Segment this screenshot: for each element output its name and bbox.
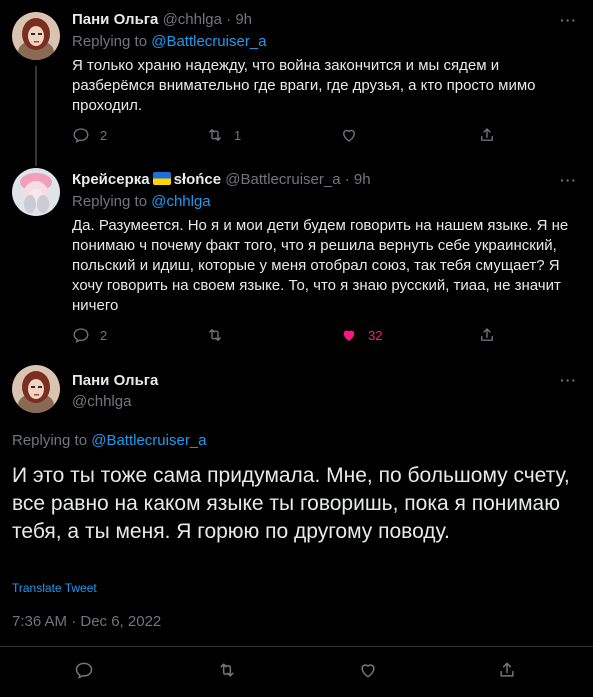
replying-to-link[interactable]: @Battlecruiser_a: [91, 432, 206, 449]
retweet-icon: [220, 663, 234, 677]
retweet-icon: [209, 329, 221, 341]
replying-to: Replying to @Battlecruiser_a: [72, 33, 267, 50]
tweet-2[interactable]: Крейсерка słońce @Battlecruiser_a · 9h ··…: [0, 165, 593, 355]
dot-separator: ·: [344, 171, 350, 188]
tweet-1[interactable]: Пани Ольга @chhlga · 9h ··· Replying to …: [0, 0, 593, 166]
like-button[interactable]: [340, 126, 368, 144]
reply-button[interactable]: 2: [72, 326, 107, 344]
tweet-header: Пани Ольга @chhlga · 9h: [72, 11, 252, 28]
replying-label: Replying to: [72, 33, 148, 50]
tweet-text: Я только храню надежду, что война законч…: [72, 57, 536, 114]
replying-to: Replying to @chhlga: [72, 193, 211, 210]
avatar[interactable]: [12, 365, 60, 413]
main-display-name[interactable]: Пани Ольга: [72, 372, 158, 389]
avatar[interactable]: [12, 12, 60, 60]
like-count: 32: [368, 327, 383, 343]
tweet-timestamp[interactable]: 7:36 AM · Dec 6, 2022: [12, 613, 161, 630]
reply-icon: [73, 128, 89, 144]
main-handle[interactable]: @chhlga: [72, 393, 131, 410]
replying-label: Replying to: [12, 432, 88, 449]
share-button[interactable]: [497, 660, 517, 680]
share-icon: [500, 662, 514, 677]
share-icon: [481, 328, 493, 341]
divider: [0, 646, 593, 647]
main-tweet: Пани Ольга @chhlga ··· Replying to @Batt…: [0, 355, 593, 697]
retweet-button[interactable]: 1: [206, 126, 241, 144]
more-icon[interactable]: ···: [560, 172, 577, 188]
reply-button[interactable]: [74, 660, 94, 680]
reply-count: 2: [100, 327, 108, 343]
share-button[interactable]: [478, 326, 496, 344]
retweet-button[interactable]: [217, 660, 237, 680]
reply-button[interactable]: 2: [72, 126, 107, 144]
replying-to: Replying to @Battlecruiser_a: [12, 432, 207, 449]
replying-label: Replying to: [72, 193, 148, 210]
share-icon: [481, 128, 493, 141]
tweet-actions: 2 1: [72, 126, 512, 146]
tweet-actions: 2 32: [72, 326, 512, 346]
share-button[interactable]: [478, 126, 496, 144]
heart-icon: [343, 129, 355, 142]
main-tweet-text: И это ты тоже сама придумала. Мне, по бо…: [12, 464, 570, 543]
avatar[interactable]: [12, 168, 60, 216]
reply-count: 2: [100, 127, 108, 143]
display-name[interactable]: Пани Ольга: [72, 11, 158, 28]
handle[interactable]: @Battlecruiser_a: [225, 171, 340, 188]
main-tweet-actions: [0, 660, 593, 680]
thread-line: [35, 66, 37, 166]
heart-icon: [361, 664, 375, 678]
translate-link[interactable]: Translate Tweet: [12, 581, 97, 595]
timestamp[interactable]: 9h: [235, 11, 252, 28]
display-name-suffix[interactable]: słońce: [174, 171, 222, 188]
tweet-text: Да. Разумеется. Но я и мои дети будем го…: [72, 217, 569, 314]
tweet-header: Крейсерка słońce @Battlecruiser_a · 9h: [72, 171, 371, 188]
replying-to-link[interactable]: @Battlecruiser_a: [151, 33, 266, 50]
ukraine-flag-icon: [152, 172, 171, 185]
like-button[interactable]: [358, 660, 378, 680]
heart-filled-icon: [343, 330, 355, 341]
retweet-button[interactable]: [206, 326, 234, 344]
dot-separator: ·: [226, 11, 232, 28]
reply-icon: [75, 662, 93, 679]
handle[interactable]: @chhlga: [163, 11, 222, 28]
display-name[interactable]: Крейсерка: [72, 171, 150, 188]
like-button[interactable]: 32: [340, 326, 382, 344]
more-icon[interactable]: ···: [560, 372, 577, 388]
retweet-icon: [209, 129, 221, 141]
reply-icon: [73, 328, 89, 344]
replying-to-link[interactable]: @chhlga: [151, 193, 210, 210]
timestamp[interactable]: 9h: [354, 171, 371, 188]
more-icon[interactable]: ···: [560, 12, 577, 28]
retweet-count: 1: [234, 127, 242, 143]
